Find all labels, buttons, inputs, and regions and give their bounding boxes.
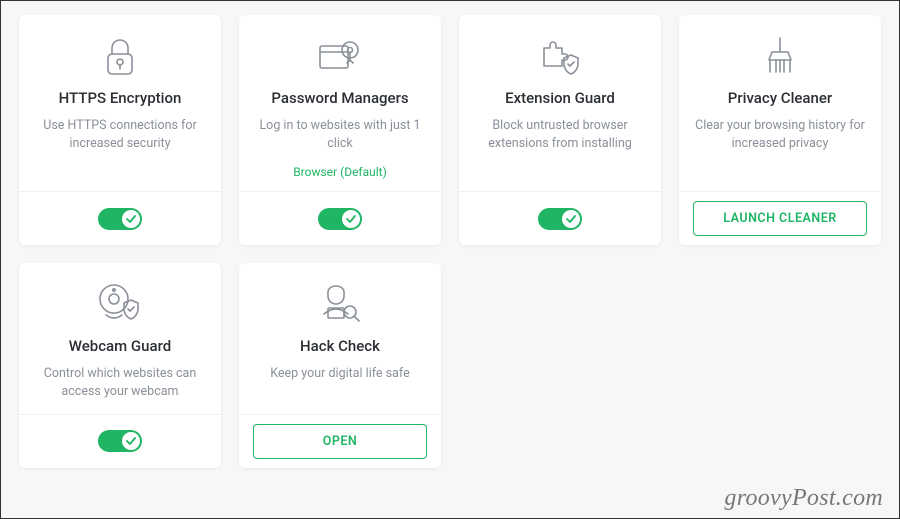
card-title: Extension Guard [505,89,615,107]
card-webcam-guard: Webcam Guard Control which websites can … [19,263,221,467]
card-title: Privacy Cleaner [728,89,832,107]
card-footer: LAUNCH CLEANER [679,191,881,245]
card-footer [459,191,661,245]
toggle-extension-guard[interactable] [538,208,582,230]
lock-icon [102,31,138,81]
launch-cleaner-button[interactable]: LAUNCH CLEANER [693,201,867,236]
card-desc: Use HTTPS connections for increased secu… [33,117,207,153]
card-password-managers: Password Managers Log in to websites wit… [239,15,441,245]
card-desc: Clear your browsing history for increase… [693,117,867,153]
card-desc: Keep your digital life safe [270,365,410,383]
toggle-password-managers[interactable] [318,208,362,230]
hacker-icon [316,279,364,329]
card-footer [239,191,441,245]
card-body: Privacy Cleaner Clear your browsing hist… [679,15,881,191]
card-body: Extension Guard Block untrusted browser … [459,15,661,191]
card-footer [19,191,221,245]
card-desc: Log in to websites with just 1 click [253,117,427,153]
card-subtext: Browser (Default) [293,165,387,179]
card-body: Hack Check Keep your digital life safe [239,263,441,413]
card-title: HTTPS Encryption [59,89,182,107]
card-footer [19,414,221,468]
card-title: Webcam Guard [69,337,171,355]
card-footer: OPEN [239,414,441,468]
open-button[interactable]: OPEN [253,424,427,459]
card-extension-guard: Extension Guard Block untrusted browser … [459,15,661,245]
card-body: Webcam Guard Control which websites can … [19,263,221,413]
extension-icon [536,31,584,81]
card-desc: Block untrusted browser extensions from … [473,117,647,153]
card-privacy-cleaner: Privacy Cleaner Clear your browsing hist… [679,15,881,245]
webcam-icon [96,279,144,329]
toggle-https-encryption[interactable] [98,208,142,230]
feature-grid: HTTPS Encryption Use HTTPS connections f… [1,1,899,482]
brush-icon [762,31,798,81]
watermark: groovyPost.com [724,485,883,512]
toggle-webcam-guard[interactable] [98,430,142,452]
card-hack-check: Hack Check Keep your digital life safe O… [239,263,441,467]
card-body: Password Managers Log in to websites wit… [239,15,441,191]
card-title: Password Managers [271,89,408,107]
card-body: HTTPS Encryption Use HTTPS connections f… [19,15,221,191]
password-icon [316,31,364,81]
card-https-encryption: HTTPS Encryption Use HTTPS connections f… [19,15,221,245]
card-title: Hack Check [300,337,380,355]
card-desc: Control which websites can access your w… [33,365,207,401]
